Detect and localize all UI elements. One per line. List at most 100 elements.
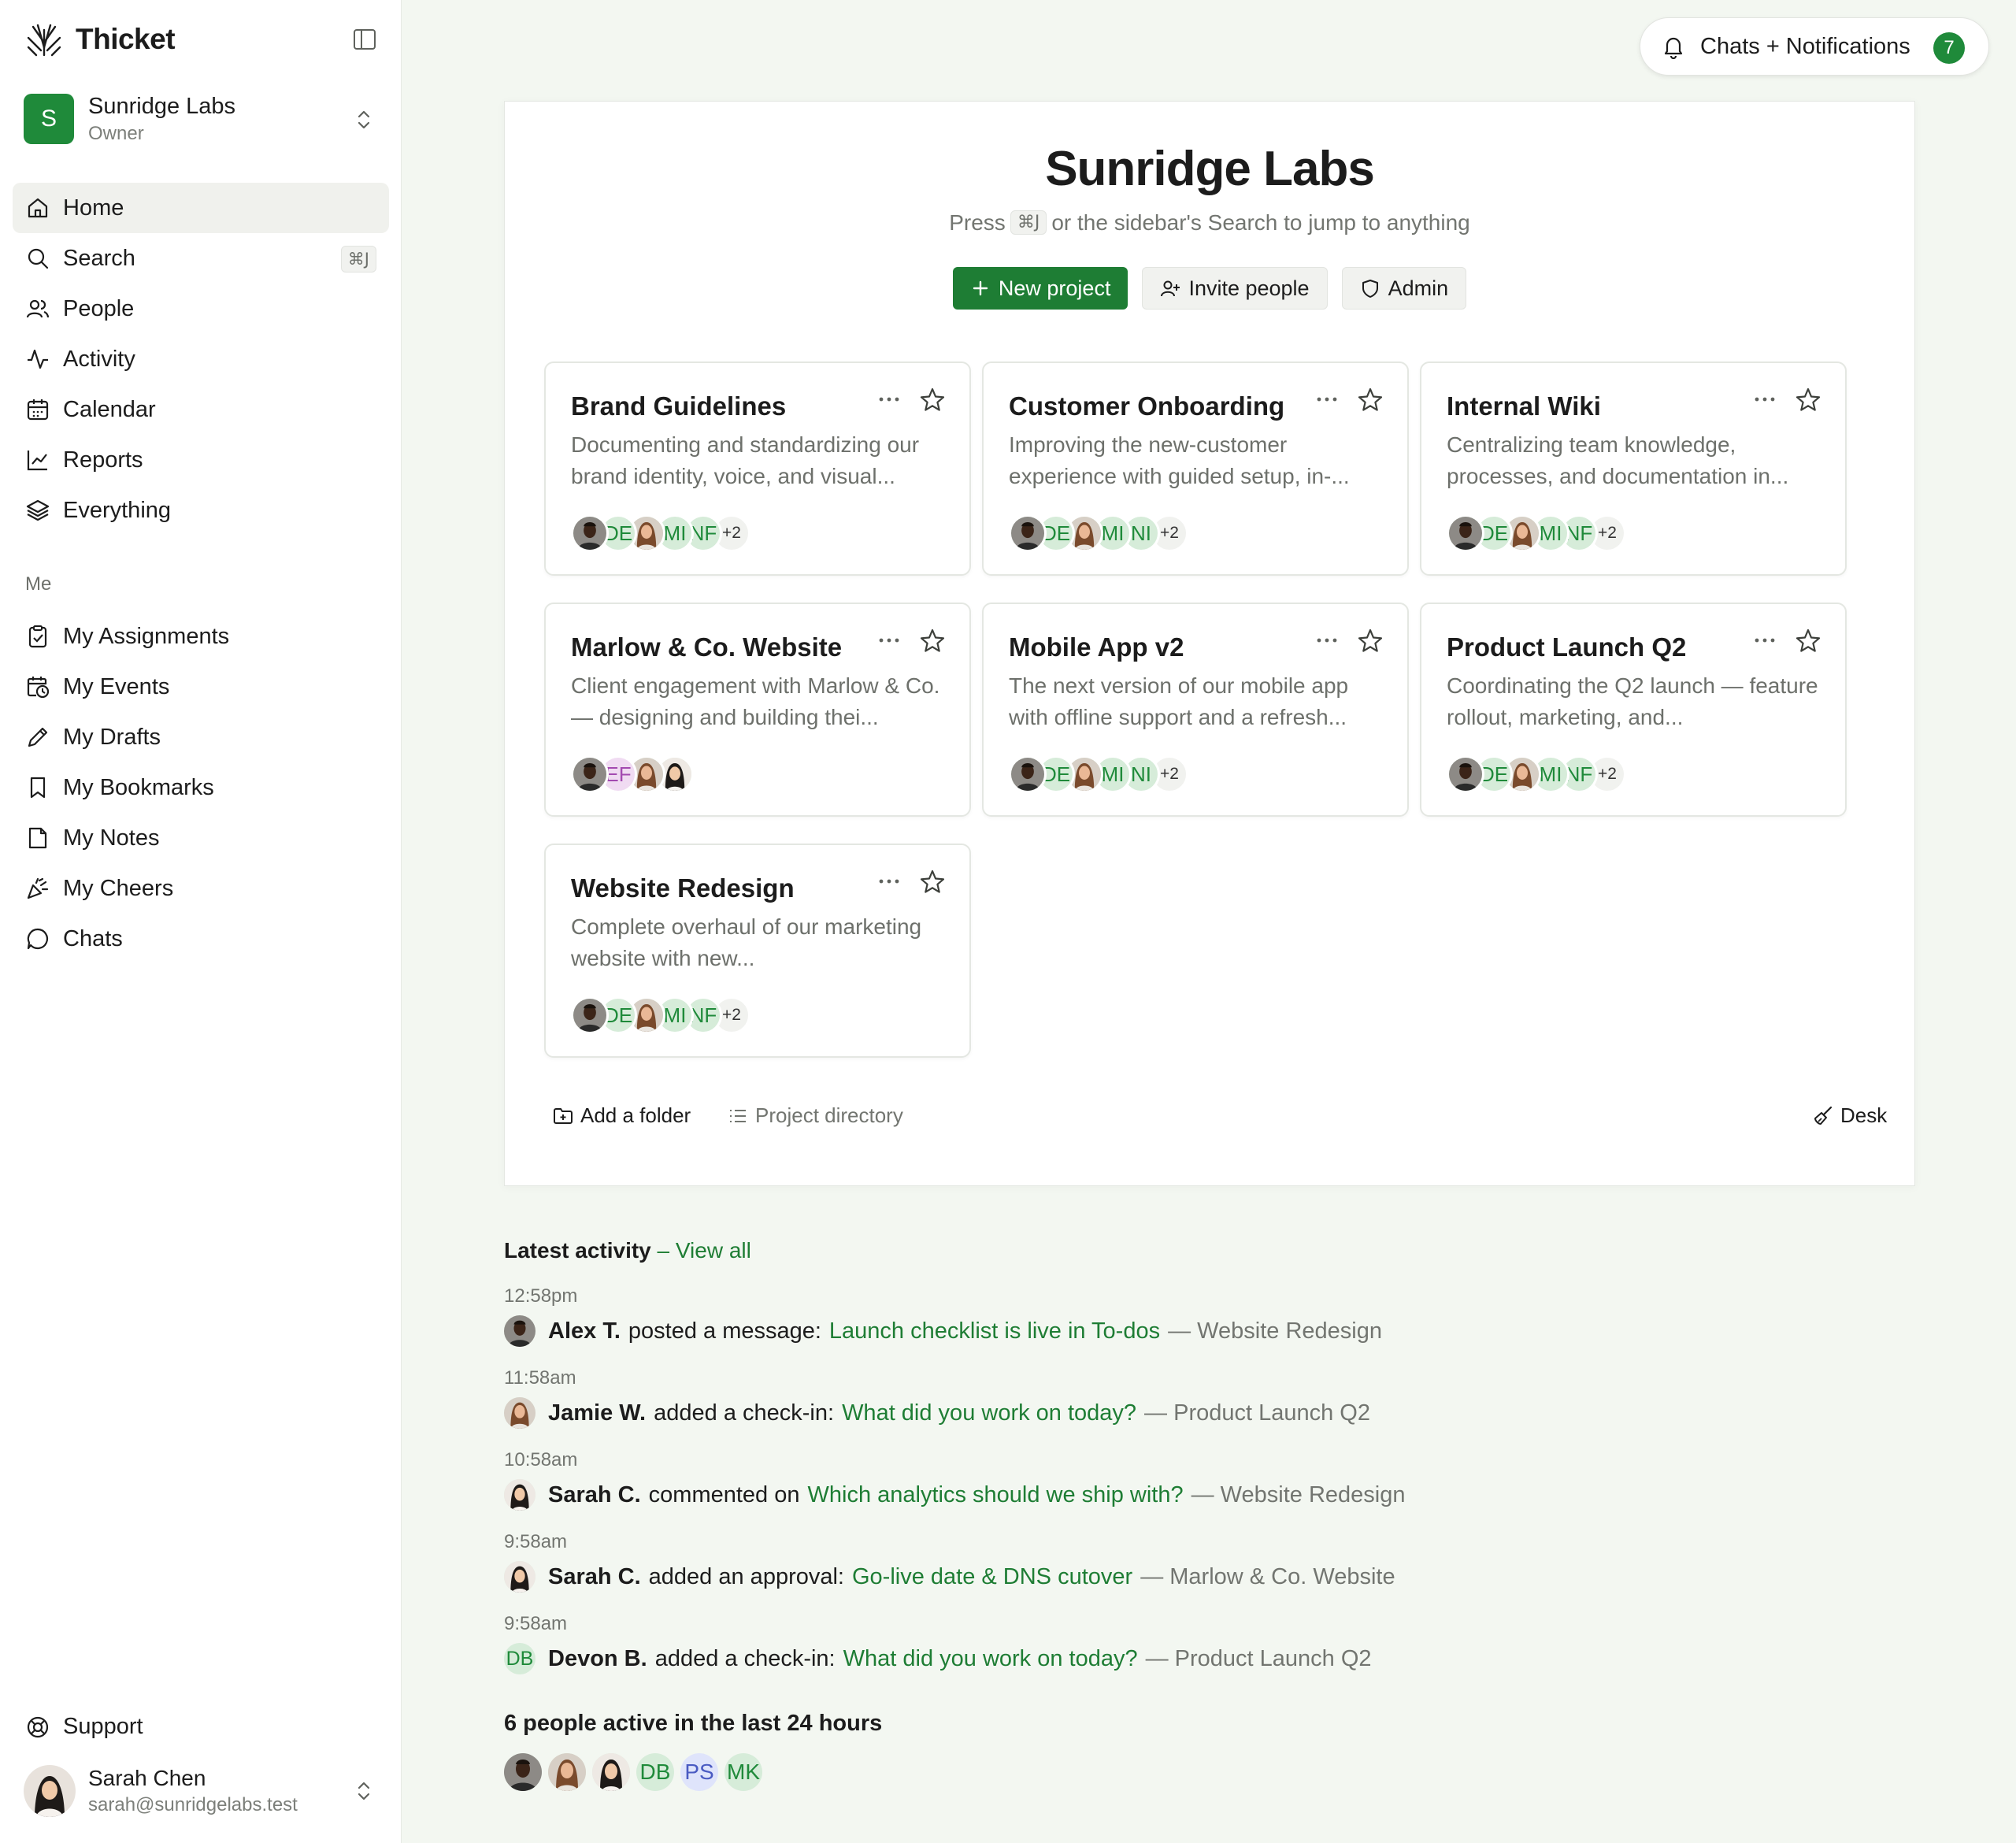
project-members[interactable]: DE MI NF +2 [1447, 755, 1626, 793]
active-person-avatar-initials[interactable]: MK [724, 1753, 762, 1791]
nav-item-chats[interactable]: Chats [13, 914, 389, 964]
project-card[interactable]: Marlow & Co. Website Client engagement w… [544, 603, 971, 817]
project-members[interactable]: DE MI NI +2 [1009, 514, 1188, 552]
more-options-icon[interactable] [876, 390, 902, 409]
nav-label: Reports [63, 447, 143, 473]
project-members[interactable]: DE MI NF +2 [571, 996, 750, 1034]
activity-action: posted a message: [628, 1318, 821, 1344]
activity-item: 11:58am Jamie W. added a check-in: What … [504, 1367, 1370, 1429]
invite-people-label: Invite people [1188, 276, 1310, 300]
activity-item: 12:58pm Alex T. posted a message: Launch… [504, 1285, 1382, 1347]
calendar-icon [27, 399, 49, 421]
active-person-avatar-photo[interactable] [548, 1753, 586, 1791]
active-person-avatar-photo[interactable] [592, 1753, 630, 1791]
activity-time: 12:58pm [504, 1285, 578, 1307]
sidebar: Thicket S Sunridge Labs Owner Home Searc… [0, 0, 402, 1843]
nav-item-my-cheers[interactable]: My Cheers [13, 863, 389, 914]
activity-project: — Website Redesign [1168, 1318, 1382, 1344]
workspace-name: Sunridge Labs [88, 93, 236, 119]
nav-item-everything[interactable]: Everything [13, 485, 389, 536]
project-description: Centralizing team knowledge, processes, … [1447, 432, 1789, 488]
user-menu[interactable]: Sarah Chen sarah@sunridgelabs.test [24, 1763, 380, 1819]
more-options-icon[interactable] [1314, 390, 1340, 409]
activity-link[interactable]: Which analytics should we ship with? [808, 1482, 1184, 1508]
invite-people-button[interactable]: Invite people [1142, 267, 1328, 310]
star-icon[interactable] [919, 628, 946, 655]
nav-label: Home [63, 195, 124, 221]
star-icon[interactable] [919, 869, 946, 896]
nav-item-home[interactable]: Home [13, 183, 389, 233]
workspace-switcher[interactable]: S Sunridge Labs Owner [24, 91, 380, 146]
more-options-icon[interactable] [1752, 390, 1777, 409]
active-person-avatar-photo[interactable] [504, 1753, 542, 1791]
more-options-icon[interactable] [1752, 631, 1777, 650]
project-directory-link[interactable]: Project directory [727, 1103, 903, 1128]
activity-actor[interactable]: Jamie W. [548, 1400, 646, 1426]
project-card[interactable]: Brand Guidelines Documenting and standar… [544, 362, 971, 576]
star-icon[interactable] [1357, 387, 1384, 413]
card-footer: Add a folder Project directory Desk [552, 1103, 1887, 1135]
add-folder-button[interactable]: Add a folder [552, 1103, 691, 1128]
project-card[interactable]: Customer Onboarding Improving the new-cu… [982, 362, 1409, 576]
project-card[interactable]: Mobile App v2 The next version of our mo… [982, 603, 1409, 817]
activity-time: 11:58am [504, 1367, 576, 1389]
new-project-button[interactable]: New project [952, 267, 1128, 310]
project-members[interactable]: DE MI NF +2 [1447, 514, 1626, 552]
active-person-avatar-initials[interactable]: DB [636, 1753, 674, 1791]
nav-item-my-events[interactable]: My Events [13, 662, 389, 712]
star-icon[interactable] [919, 387, 946, 413]
nav-item-search[interactable]: Search ⌘J [13, 233, 389, 284]
star-icon[interactable] [1357, 628, 1384, 655]
nav-item-my-drafts[interactable]: My Drafts [13, 712, 389, 762]
project-members[interactable]: DE MI NI +2 [1009, 755, 1188, 793]
more-options-icon[interactable] [876, 631, 902, 650]
nav-item-my-notes[interactable]: My Notes [13, 813, 389, 863]
support-link[interactable]: Support [25, 1714, 143, 1740]
star-icon[interactable] [1795, 628, 1821, 655]
project-card[interactable]: Website Redesign Complete overhaul of ou… [544, 844, 971, 1058]
lifebuoy-icon [27, 1716, 49, 1737]
chats-notifications-button[interactable]: Chats + Notifications 7 [1640, 17, 1989, 76]
star-icon[interactable] [1795, 387, 1821, 413]
nav-item-activity[interactable]: Activity [13, 334, 389, 384]
desk-link[interactable]: Desk [1812, 1103, 1887, 1128]
activity-actor[interactable]: Sarah C. [548, 1482, 641, 1508]
brand[interactable]: Thicket [24, 19, 176, 60]
desk-label: Desk [1840, 1103, 1888, 1127]
activity-link[interactable]: Launch checklist is live in To-dos [829, 1318, 1160, 1344]
project-members[interactable]: EF [571, 755, 694, 793]
nav-item-my-assignments[interactable]: My Assignments [13, 611, 389, 662]
project-card[interactable]: Product Launch Q2 Coordinating the Q2 la… [1420, 603, 1847, 817]
project-title: Marlow & Co. Website [571, 632, 843, 662]
nav-item-calendar[interactable]: Calendar [13, 384, 389, 435]
activity-actor[interactable]: Devon B. [548, 1646, 647, 1672]
admin-button[interactable]: Admin [1341, 267, 1467, 310]
activity-link[interactable]: Go-live date & DNS cutover [852, 1564, 1132, 1590]
activity-actor[interactable]: Alex T. [548, 1318, 621, 1344]
project-card[interactable]: Internal Wiki Centralizing team knowledg… [1420, 362, 1847, 576]
project-members[interactable]: DE MI NF +2 [571, 514, 750, 552]
activity-link[interactable]: What did you work on today? [843, 1646, 1138, 1672]
member-avatar-photo [571, 514, 609, 552]
nav-item-reports[interactable]: Reports [13, 435, 389, 485]
more-options-icon[interactable] [1314, 631, 1340, 650]
member-avatar-photo [1447, 514, 1484, 552]
view-all-link[interactable]: View all [676, 1238, 751, 1263]
project-title: Mobile App v2 [1009, 632, 1184, 662]
search-icon [28, 248, 49, 269]
nav-item-people[interactable]: People [13, 284, 389, 334]
active-person-avatar-initials[interactable]: PS [680, 1753, 718, 1791]
activity-link[interactable]: What did you work on today? [842, 1400, 1136, 1426]
workspace-home-card: Sunridge Labs Press ⌘J or the sidebar's Se… [504, 101, 1915, 1186]
activity-actor[interactable]: Sarah C. [548, 1564, 641, 1590]
nav-label: My Events [63, 673, 170, 699]
more-options-icon[interactable] [876, 872, 902, 891]
main-nav: Home Search ⌘J People Activity Calendar … [13, 183, 389, 536]
activity-action: added an approval: [648, 1563, 844, 1589]
nav-item-my-bookmarks[interactable]: My Bookmarks [13, 762, 389, 813]
sidebar-toggle-icon[interactable] [353, 28, 376, 50]
note-icon [28, 827, 47, 849]
activity-avatar: DB [504, 1643, 536, 1674]
nav-label: My Drafts [63, 724, 161, 750]
activity-avatar [504, 1397, 536, 1429]
